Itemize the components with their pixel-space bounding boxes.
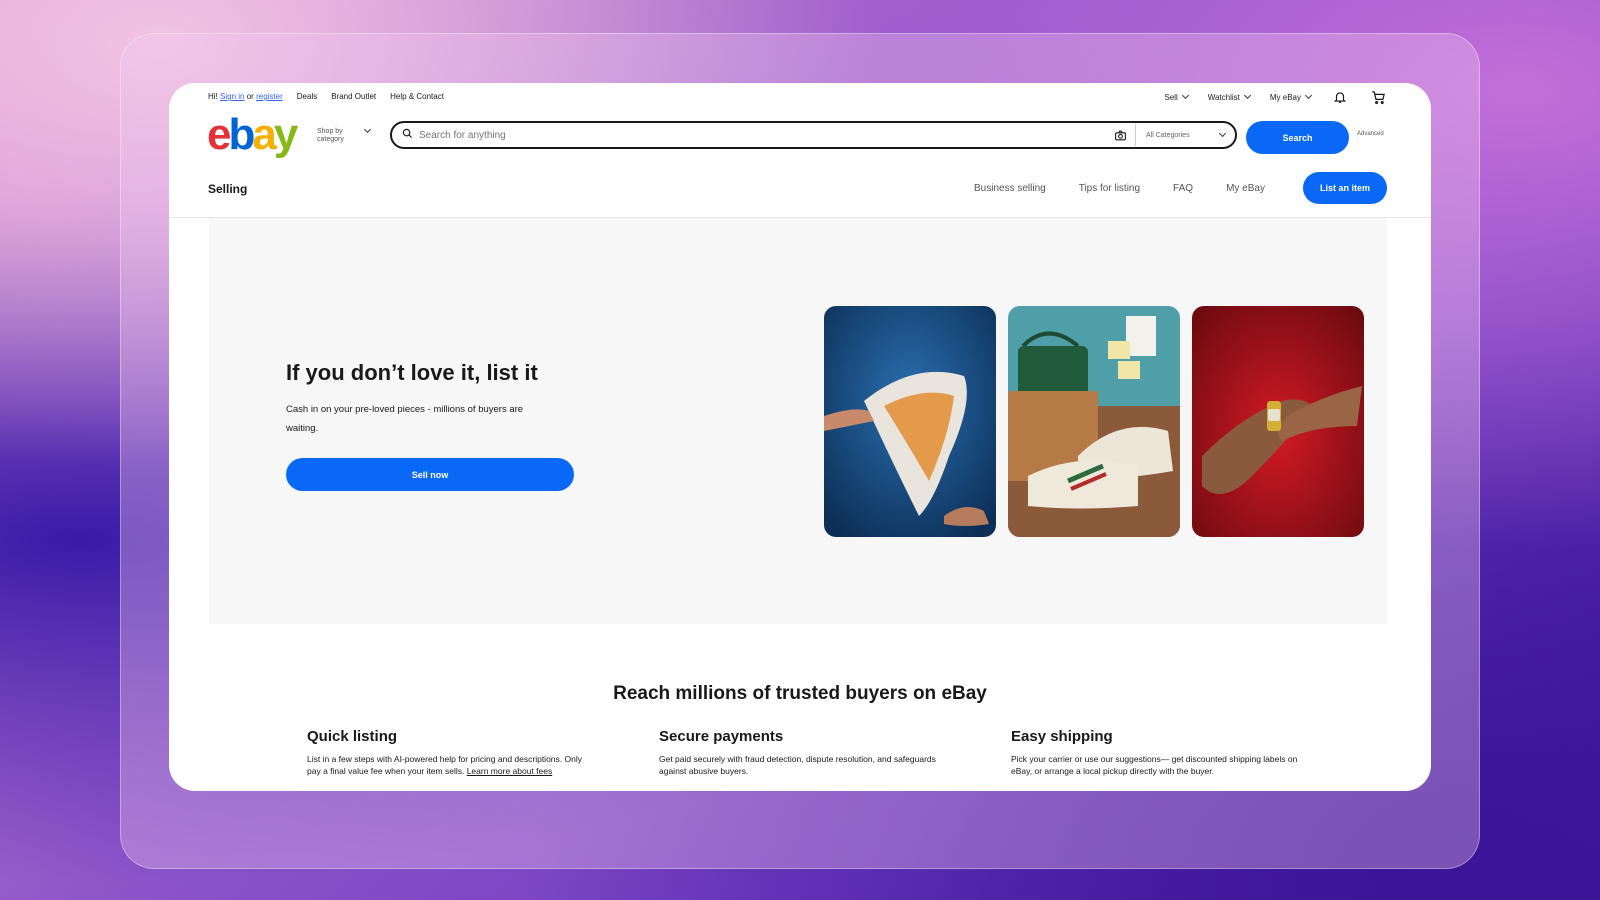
feature-quick-listing: Quick listing List in a few steps with A… bbox=[307, 728, 597, 778]
bell-icon[interactable] bbox=[1331, 88, 1349, 106]
deals-link[interactable]: Deals bbox=[297, 92, 317, 101]
nav-faq[interactable]: FAQ bbox=[1173, 183, 1193, 194]
logo-letter-y: y bbox=[273, 110, 299, 159]
shop-by-category-button[interactable]: Shop by category bbox=[317, 128, 353, 145]
selling-subnav: Business selling Tips for listing FAQ My… bbox=[974, 183, 1265, 194]
list-an-item-button[interactable]: List an item bbox=[1303, 172, 1387, 204]
feature-text: Pick your carrier or use our suggestions… bbox=[1011, 754, 1298, 777]
brand-outlet-link[interactable]: Brand Outlet bbox=[331, 92, 376, 101]
nav-tips-for-listing[interactable]: Tips for listing bbox=[1079, 183, 1140, 194]
page-title: Selling bbox=[208, 182, 248, 196]
watchlist-menu[interactable]: Watchlist bbox=[1207, 91, 1251, 102]
feature-title: Quick listing bbox=[307, 728, 398, 745]
search-button[interactable]: Search bbox=[1246, 121, 1349, 154]
logo-letter-e: e bbox=[207, 110, 232, 159]
learn-more-fees-link[interactable]: Learn more about fees bbox=[467, 766, 553, 776]
browser-window: Hi! Sign in or register Deals Brand Outl… bbox=[169, 83, 1431, 791]
hero-title: If you don’t love it, list it bbox=[286, 360, 538, 385]
sell-label: Sell bbox=[1164, 92, 1178, 102]
register-link[interactable]: register bbox=[256, 92, 283, 101]
search-bar: All Categories bbox=[390, 121, 1237, 149]
category-select[interactable]: All Categories bbox=[1135, 124, 1235, 146]
cart-icon[interactable] bbox=[1369, 88, 1387, 106]
nav-business-selling[interactable]: Business selling bbox=[974, 183, 1046, 194]
advanced-search-link[interactable]: Advanced bbox=[1357, 131, 1384, 137]
logo-letter-a: a bbox=[252, 110, 277, 159]
camera-icon[interactable] bbox=[1105, 129, 1135, 142]
hero-image-watch-hands bbox=[1192, 306, 1364, 537]
my-ebay-label: My eBay bbox=[1269, 92, 1301, 102]
hero-subtitle: Cash in on your pre-loved pieces - milli… bbox=[286, 404, 524, 434]
feature-secure-payments: Secure payments Get paid securely with f… bbox=[659, 728, 949, 778]
nav-my-ebay[interactable]: My eBay bbox=[1226, 183, 1265, 194]
hero-banner: If you don’t love it, list it Cash in on… bbox=[209, 218, 1387, 624]
feature-text: List in a few steps with AI-powered help… bbox=[307, 753, 597, 778]
feature-text: Get paid securely with fraud detection, … bbox=[659, 754, 936, 777]
top-utility-bar: Hi! Sign in or register Deals Brand Outl… bbox=[169, 83, 1431, 111]
hero-image-handbag-sneakers bbox=[1008, 306, 1180, 537]
feature-easy-shipping: Easy shipping Pick your carrier or use o… bbox=[1011, 728, 1301, 778]
chevron-down-icon bbox=[1181, 91, 1189, 100]
chevron-down-icon bbox=[363, 125, 372, 134]
watchlist-label: Watchlist bbox=[1207, 92, 1240, 102]
feature-title: Secure payments bbox=[659, 728, 784, 745]
greeting: Hi! Sign in or register bbox=[208, 92, 283, 101]
logo-letter-b: b bbox=[228, 110, 255, 159]
ebay-logo[interactable]: ebay bbox=[207, 110, 299, 159]
sign-in-link[interactable]: Sign in bbox=[220, 92, 244, 101]
hero-image-sneaker bbox=[824, 306, 996, 537]
chevron-down-icon bbox=[1218, 129, 1227, 138]
help-contact-link[interactable]: Help & Contact bbox=[390, 92, 444, 101]
sell-now-button[interactable]: Sell now bbox=[286, 458, 574, 491]
greeting-text: Hi! bbox=[208, 92, 218, 101]
category-select-label: All Categories bbox=[1146, 131, 1190, 139]
search-icon bbox=[402, 126, 413, 144]
chevron-down-icon bbox=[1243, 91, 1251, 100]
my-ebay-menu[interactable]: My eBay bbox=[1269, 91, 1313, 102]
reach-section-title: Reach millions of trusted buyers on eBay bbox=[613, 683, 987, 704]
or-text: or bbox=[246, 92, 254, 101]
search-input[interactable] bbox=[419, 129, 1105, 141]
feature-title: Easy shipping bbox=[1011, 728, 1113, 745]
chevron-down-icon bbox=[1304, 91, 1313, 100]
sell-menu[interactable]: Sell bbox=[1164, 91, 1189, 102]
